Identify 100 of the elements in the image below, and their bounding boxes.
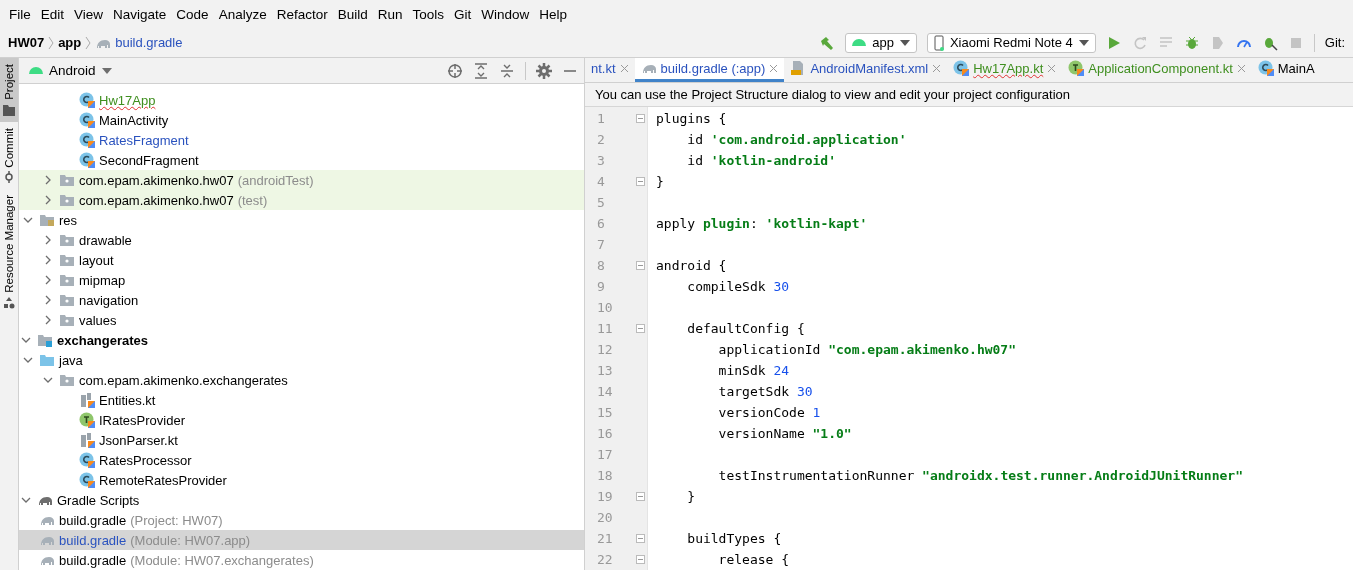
breadcrumb[interactable]: HW07 — [8, 35, 45, 50]
line-number: 3 — [596, 153, 606, 168]
menu-item[interactable]: View — [69, 6, 109, 22]
menu-item[interactable]: Code — [171, 6, 214, 22]
tree-item[interactable]: SecondFragment — [99, 152, 199, 168]
line-number: 20 — [596, 510, 614, 525]
fold-icon[interactable] — [636, 177, 645, 186]
breadcrumb[interactable]: app — [58, 35, 82, 50]
tree-item[interactable]: build.gradle — [59, 512, 127, 528]
editor-tab[interactable]: MainA — [1251, 58, 1321, 82]
fold-icon[interactable] — [636, 534, 645, 543]
line-number: 14 — [596, 384, 614, 399]
tree-item[interactable]: java — [59, 352, 83, 368]
tree-item[interactable]: mipmap — [79, 272, 126, 288]
class-icon — [79, 92, 95, 108]
fold-icon[interactable] — [636, 492, 645, 501]
device-dropdown[interactable]: Xiaomi Redmi Note 4 — [926, 32, 1096, 53]
tree-item[interactable]: values — [79, 312, 117, 328]
code-line: } — [686, 489, 696, 504]
code-line: android { — [655, 258, 727, 273]
tree-item[interactable]: exchangerates — [57, 332, 149, 348]
tree-item[interactable]: com.epam.akimenko.exchangerates — [79, 372, 288, 388]
menu-item[interactable]: Run — [372, 6, 408, 22]
code-line: apply plugin: 'kotlin-kapt' — [655, 216, 868, 231]
class-icon — [79, 132, 95, 148]
caret-icon — [899, 39, 910, 46]
hammer-icon[interactable] — [819, 34, 836, 51]
side-tab[interactable]: Resource Manager — [0, 189, 18, 316]
tree-item[interactable]: Gradle Scripts — [57, 492, 140, 508]
close-icon[interactable] — [769, 63, 779, 73]
caret-icon — [1078, 39, 1089, 46]
tree-item[interactable]: navigation — [79, 292, 139, 308]
editor-tab[interactable]: Hw17App.kt — [947, 58, 1063, 82]
fold-icon[interactable] — [636, 261, 645, 270]
fold-icon[interactable] — [636, 555, 645, 564]
menu-item[interactable]: Tools — [407, 6, 449, 22]
crosshair-icon[interactable] — [447, 62, 463, 79]
settings-icon[interactable] — [536, 62, 552, 79]
tree-item[interactable]: com.epam.akimenko.hw07 — [79, 172, 234, 188]
breadcrumb[interactable]: build.gradle — [115, 35, 183, 50]
editor-tab[interactable]: nt.kt — [585, 58, 635, 82]
fold-icon[interactable] — [636, 324, 645, 333]
menu-item[interactable]: Git — [449, 6, 477, 22]
folder-icon — [59, 172, 75, 188]
editor-tab[interactable]: ApplicationComponent.kt — [1062, 58, 1252, 82]
side-tab[interactable]: Project — [0, 58, 18, 122]
kotlin-file-icon — [79, 392, 95, 408]
editor-tab[interactable]: AndroidManifest.xml — [784, 58, 948, 82]
interface-icon — [1068, 60, 1085, 77]
code-line: } — [655, 174, 664, 189]
tree-item[interactable]: JsonParser.kt — [99, 432, 178, 448]
menu-item[interactable]: Edit — [35, 6, 70, 22]
tree-item[interactable]: com.epam.akimenko.hw07 — [79, 192, 234, 208]
tree-item[interactable]: Hw17App — [99, 92, 156, 108]
tree-item[interactable]: RatesFragment — [99, 132, 189, 148]
line-number: 4 — [596, 174, 606, 189]
menu-item[interactable]: Analyze — [213, 6, 272, 22]
fold-icon[interactable] — [636, 114, 645, 123]
tree-item[interactable]: res — [59, 212, 78, 228]
class-icon — [1257, 60, 1274, 77]
menu-item[interactable]: Window — [476, 6, 535, 22]
tree-item[interactable]: IRatesProvider — [99, 412, 185, 428]
close-icon[interactable] — [932, 63, 942, 73]
tree-item[interactable]: build.gradle — [59, 552, 127, 568]
class-icon — [79, 112, 95, 128]
code-line: buildTypes { — [686, 531, 782, 546]
line-number: 7 — [596, 237, 606, 252]
bug-icon[interactable] — [1183, 34, 1200, 51]
menu-item[interactable]: Build — [332, 6, 373, 22]
notification-banner: You can use the Project Structure dialog to view and edit your project configuration — [585, 82, 1353, 107]
tree-item[interactable]: drawable — [79, 232, 132, 248]
folder-icon — [59, 372, 75, 388]
close-icon[interactable] — [1047, 63, 1057, 73]
menu-item[interactable]: Navigate — [108, 6, 172, 22]
menu-item[interactable]: Help — [534, 6, 573, 22]
resources-icon — [3, 297, 15, 310]
tree-item[interactable]: build.gradle — [59, 532, 127, 548]
tree-item-note: (androidTest) — [237, 172, 314, 188]
line-number: 16 — [596, 426, 614, 441]
side-tab[interactable]: Commit — [0, 121, 18, 190]
run-configuration-dropdown[interactable]: app — [845, 32, 917, 53]
tree-item[interactable]: Entities.kt — [99, 392, 156, 408]
collapse-all-icon[interactable] — [499, 62, 515, 79]
menu-item[interactable]: Refactor — [271, 6, 333, 22]
editor-tab[interactable]: build.gradle (:app) — [634, 58, 785, 82]
tree-item[interactable]: RemoteRatesProvider — [99, 472, 227, 488]
line-number: 11 — [596, 321, 614, 336]
tree-item[interactable]: RatesProcessor — [99, 452, 192, 468]
menu-item[interactable]: File — [4, 6, 36, 22]
code-line: id 'com.android.application' — [686, 132, 907, 147]
close-icon[interactable] — [619, 63, 629, 73]
line-number: 10 — [596, 300, 614, 315]
class-icon — [79, 452, 95, 468]
close-icon[interactable] — [1236, 63, 1246, 73]
folder-icon — [39, 352, 55, 368]
expand-all-icon[interactable] — [473, 62, 489, 79]
tree-item-note: (Module: HW07.exchangerates) — [130, 552, 314, 568]
tree-item[interactable]: MainActivity — [99, 112, 169, 128]
tree-item[interactable]: layout — [79, 252, 114, 268]
code-line: compileSdk 30 — [686, 279, 790, 294]
